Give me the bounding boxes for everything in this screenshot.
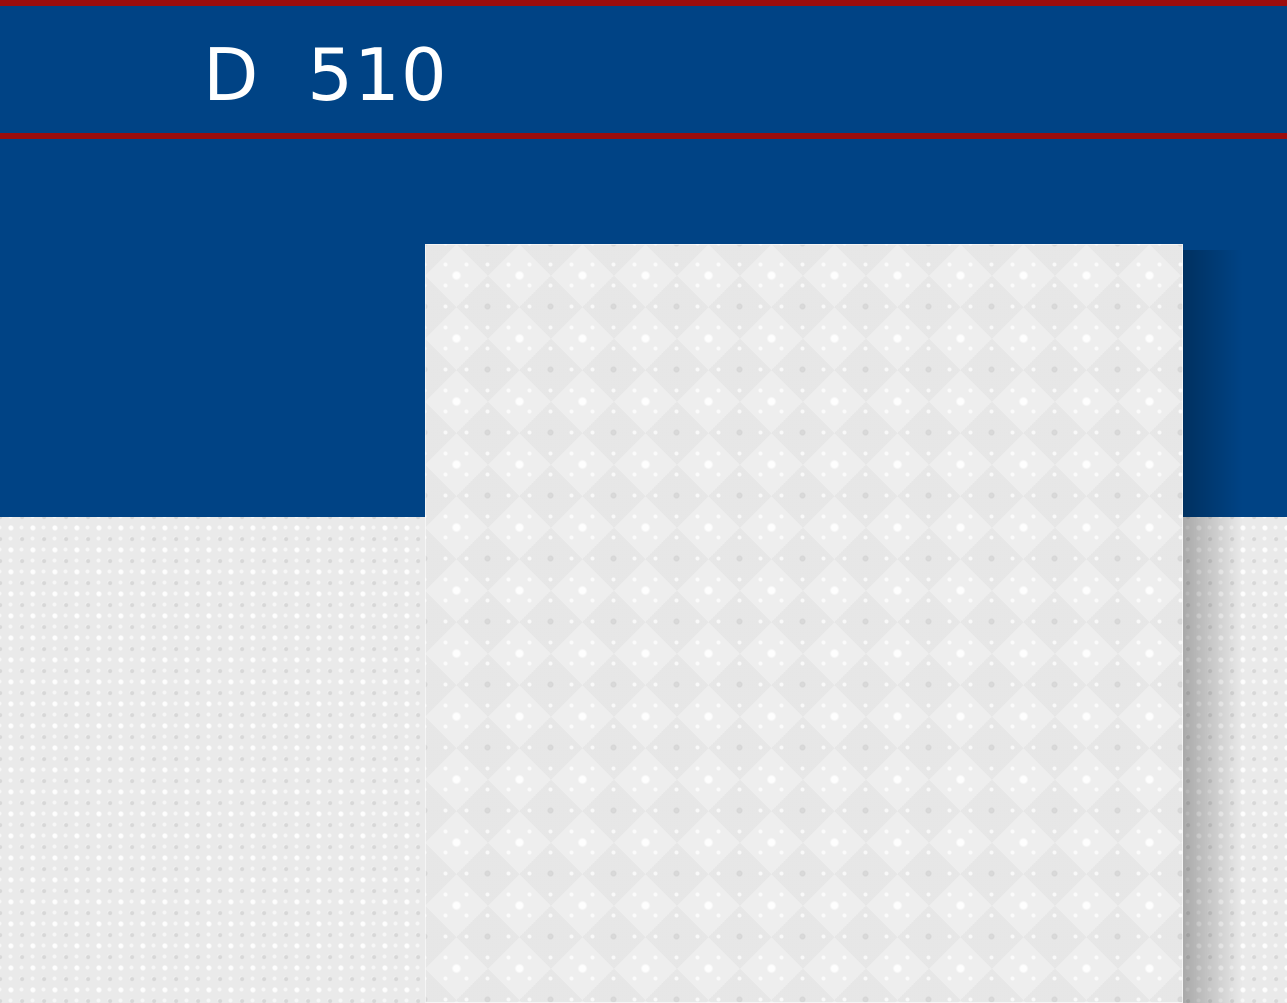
product-page: D 510 (0, 0, 1287, 1003)
product-code-title: D 510 (203, 33, 448, 117)
tile-drop-shadow (1183, 250, 1243, 1003)
title-band (0, 6, 1287, 133)
ceiling-tile-image (425, 244, 1183, 1003)
